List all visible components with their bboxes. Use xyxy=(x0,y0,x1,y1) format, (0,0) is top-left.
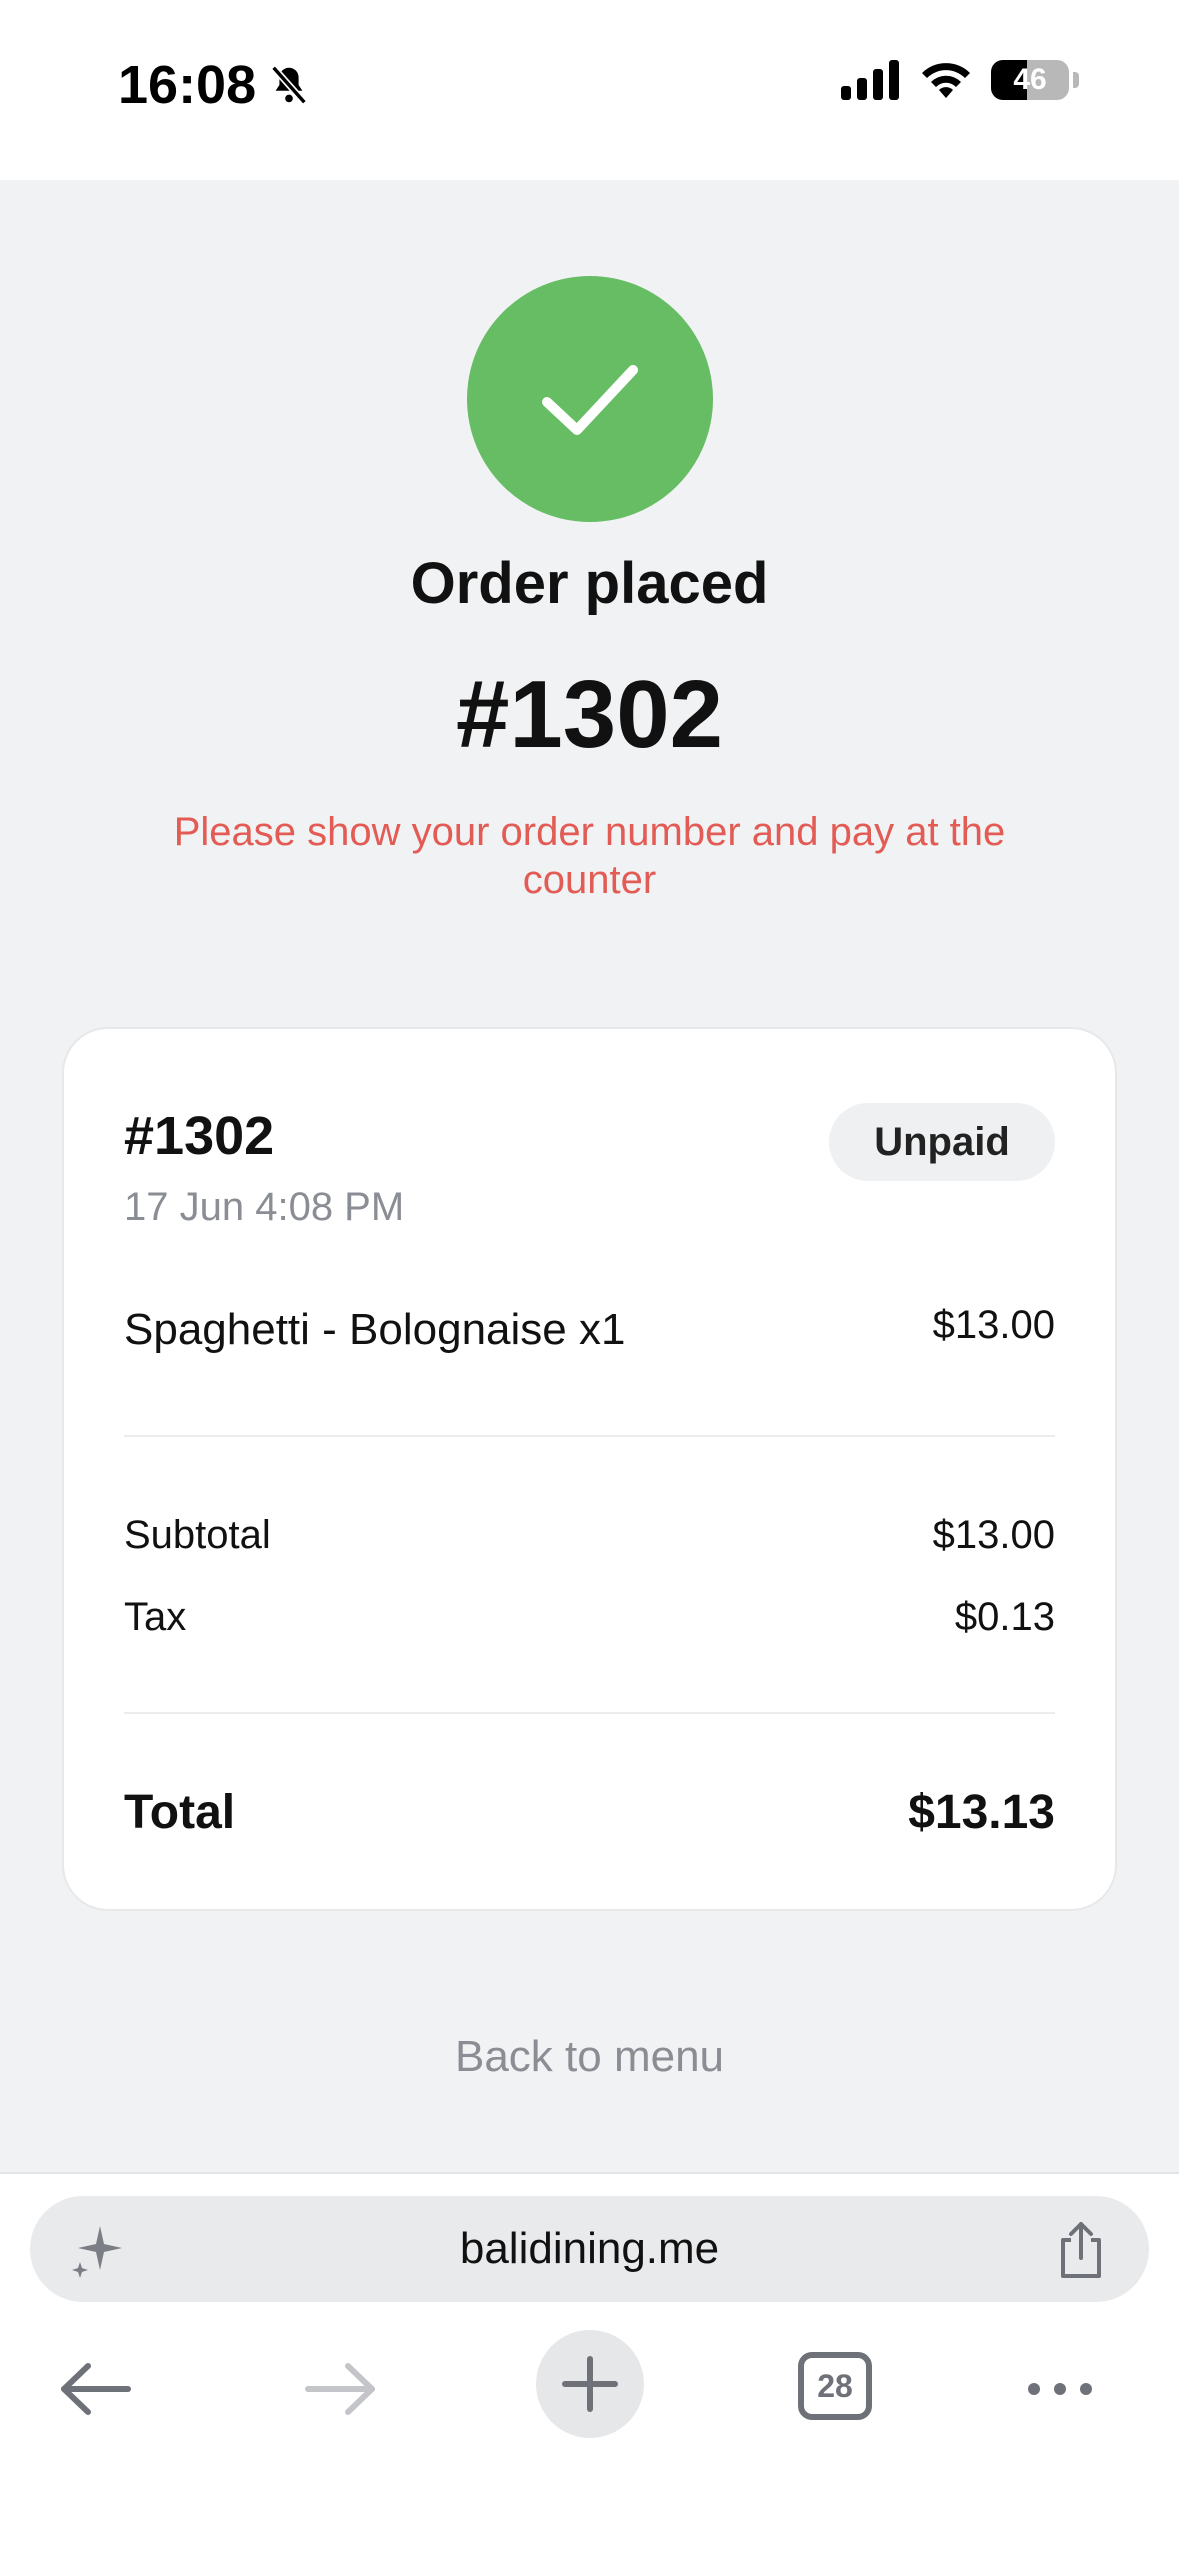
status-badge: Unpaid xyxy=(829,1103,1055,1181)
battery-icon: 46 xyxy=(991,60,1069,100)
tax-label: Tax xyxy=(124,1595,187,1639)
confirmation-title: Order placed xyxy=(410,551,769,616)
tax-row: Tax $0.13 xyxy=(124,1595,1055,1640)
line-item-name: Spaghetti - Bolognaise x1 xyxy=(124,1305,626,1354)
order-summary-card: #1302 17 Jun 4:08 PM Unpaid Spaghetti - … xyxy=(62,1027,1117,1911)
tabs-icon[interactable]: 28 xyxy=(798,2352,872,2420)
signal-icon xyxy=(841,60,899,100)
plus-icon xyxy=(562,2356,618,2412)
line-item: Spaghetti - Bolognaise x1 $13.00 xyxy=(124,1302,1055,1355)
back-arrow-icon[interactable] xyxy=(58,2362,132,2416)
card-order-number: #1302 xyxy=(124,1106,275,1166)
order-date: 17 Jun 4:08 PM xyxy=(124,1185,405,1229)
bell-slash-icon xyxy=(271,65,307,105)
payment-notice: Please show your order number and pay at… xyxy=(173,810,1006,902)
subtotal-label: Subtotal xyxy=(124,1513,271,1557)
address-bar[interactable]: balidining.me xyxy=(30,2196,1149,2302)
line-item-price: $13.00 xyxy=(932,1302,1055,1347)
total-label: Total xyxy=(124,1786,236,1839)
divider xyxy=(124,1712,1055,1714)
battery-cap xyxy=(1073,72,1079,88)
tax-value: $0.13 xyxy=(954,1595,1055,1639)
status-bar: 16:08 46 xyxy=(0,0,1179,180)
share-icon[interactable] xyxy=(1055,2220,1107,2280)
battery-level: 46 xyxy=(1013,63,1047,96)
subtotal-value: $13.00 xyxy=(932,1513,1055,1557)
url-text[interactable]: balidining.me xyxy=(30,2224,1149,2274)
check-icon xyxy=(542,365,638,435)
subtotal-row: Subtotal $13.00 xyxy=(124,1513,1055,1558)
success-check xyxy=(467,276,713,522)
new-tab-button[interactable] xyxy=(536,2330,644,2438)
status-time: 16:08 xyxy=(118,54,312,116)
forward-arrow-icon[interactable] xyxy=(304,2362,378,2416)
status-indicators: 46 xyxy=(841,60,1079,100)
clock-text: 16:08 xyxy=(118,55,257,115)
wifi-icon xyxy=(922,63,970,98)
back-to-menu-link[interactable]: Back to menu xyxy=(0,2032,1179,2082)
order-number-large: #1302 xyxy=(456,661,723,768)
tab-count: 28 xyxy=(817,2367,853,2404)
divider xyxy=(124,1435,1055,1437)
total-row: Total $13.13 xyxy=(124,1785,1055,1840)
more-icon[interactable] xyxy=(1024,2374,1096,2404)
total-value: $13.13 xyxy=(908,1786,1055,1839)
